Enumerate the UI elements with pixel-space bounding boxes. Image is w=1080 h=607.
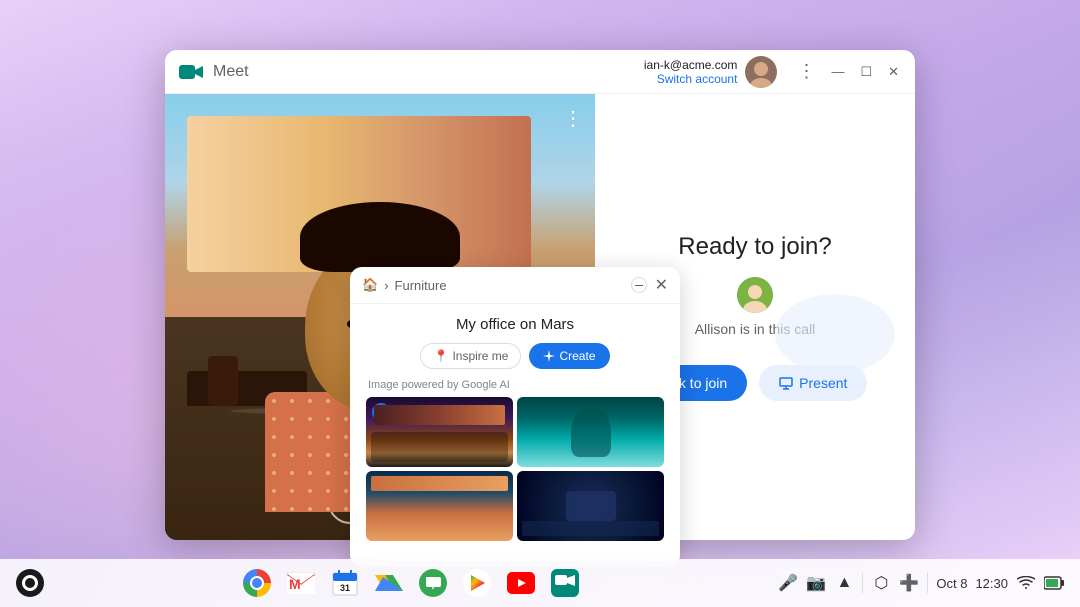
popup-action-buttons: 📍 Inspire me Create <box>366 343 664 369</box>
chrome-icon <box>243 569 271 597</box>
taskbar-app-gmail[interactable]: M <box>281 563 321 603</box>
create-button[interactable]: Create <box>529 343 609 369</box>
tray-divider <box>862 573 863 593</box>
wifi-svg <box>1017 576 1035 590</box>
drive-icon <box>375 571 403 595</box>
image-credit-label: Image powered by Google AI <box>366 379 664 391</box>
window-menu-icon[interactable]: ⋮ <box>793 57 819 86</box>
image-thumb-2[interactable] <box>517 397 664 467</box>
inspire-me-button[interactable]: 📍 Inspire me <box>420 343 521 369</box>
camera-icon[interactable]: 📷 <box>806 573 826 593</box>
taskbar: M 31 <box>0 559 1080 607</box>
popup-breadcrumb: 🏠 › Furniture <box>362 277 447 293</box>
sparkle-icon <box>543 350 555 362</box>
battery-svg <box>1044 576 1064 590</box>
popup-content: My office on Mars 📍 Inspire me Create Im… <box>350 304 680 553</box>
blob-decoration <box>775 294 895 374</box>
participant-avatar <box>737 277 773 313</box>
screen-capture-icon[interactable]: ⬡ <box>871 573 891 593</box>
gmail-icon: M <box>287 572 315 594</box>
account-avatar[interactable] <box>745 56 777 88</box>
calendar-icon: 31 <box>332 570 358 596</box>
popup-titlebar: 🏠 › Furniture ✕ <box>350 267 680 304</box>
expand-tray-icon[interactable]: ▲ <box>834 573 854 593</box>
account-info-area: ian-k@acme.com Switch account <box>644 56 778 88</box>
youtube-icon <box>507 572 535 594</box>
svg-text:31: 31 <box>340 583 350 593</box>
image-thumb-3[interactable] <box>366 471 513 541</box>
taskbar-app-chrome[interactable] <box>237 563 277 603</box>
microphone-icon[interactable]: 🎤 <box>778 573 798 593</box>
taskbar-app-play-store[interactable] <box>457 563 497 603</box>
taskbar-app-youtube[interactable] <box>501 563 541 603</box>
taskbar-app-drive[interactable] <box>369 563 409 603</box>
present-label: Present <box>799 375 847 391</box>
create-label: Create <box>559 349 595 363</box>
minimize-button[interactable]: — <box>827 62 848 81</box>
breadcrumb-home-icon[interactable]: 🏠 <box>362 277 378 293</box>
maximize-button[interactable]: ☐ <box>856 62 876 82</box>
inspire-me-label: Inspire me <box>452 349 508 363</box>
meet-window-title: Meet <box>213 63 249 81</box>
close-button[interactable]: ✕ <box>884 62 903 82</box>
time-text: 12:30 <box>975 576 1008 591</box>
camera-options-icon[interactable]: ⋮ <box>563 106 583 131</box>
location-icon: 📍 <box>433 349 448 363</box>
ai-background-popup: 🏠 › Furniture ✕ My office on Mars 📍 Insp… <box>350 267 680 567</box>
tray-divider-2 <box>927 573 928 593</box>
workspace-icon <box>551 569 579 597</box>
chromebook-icon[interactable] <box>16 569 44 597</box>
wifi-icon[interactable] <box>1016 573 1036 593</box>
taskbar-left <box>0 569 44 597</box>
image-grid: ✓ <box>366 397 664 541</box>
account-email: ian-k@acme.com <box>644 58 738 72</box>
popup-minimize-button[interactable] <box>631 277 647 293</box>
taskbar-app-calendar[interactable]: 31 <box>325 563 365 603</box>
time-display: 12:30 <box>975 576 1008 591</box>
taskbar-system-tray: 🎤 📷 ▲ ⬡ ➕ Oct 8 12:30 <box>778 573 1080 593</box>
ready-to-join-title: Ready to join? <box>678 233 831 261</box>
svg-text:M: M <box>289 576 301 592</box>
chat-icon <box>419 569 447 597</box>
image-thumb-1[interactable]: ✓ <box>366 397 513 467</box>
window-controls: ⋮ — ☐ ✕ <box>793 57 903 86</box>
taskbar-app-workspace[interactable] <box>545 563 585 603</box>
battery-icon[interactable] <box>1044 573 1064 593</box>
switch-account-link[interactable]: Switch account <box>644 72 738 86</box>
play-store-icon <box>463 569 491 597</box>
add-icon[interactable]: ➕ <box>899 573 919 593</box>
window-titlebar: Meet ian-k@acme.com Switch account ⋮ <box>165 50 915 94</box>
popup-search-label: My office on Mars <box>366 316 664 333</box>
breadcrumb-separator: › <box>384 278 388 293</box>
taskbar-app-chat[interactable] <box>413 563 453 603</box>
image-thumb-4[interactable] <box>517 471 664 541</box>
meet-app-icon <box>177 58 205 86</box>
window-logo: Meet <box>177 58 249 86</box>
date-text: Oct 8 <box>936 576 967 591</box>
breadcrumb-category[interactable]: Furniture <box>395 278 447 293</box>
popup-close-button[interactable]: ✕ <box>655 275 668 295</box>
date-display[interactable]: Oct 8 <box>936 576 967 591</box>
taskbar-app-dock: M 31 <box>44 563 778 603</box>
